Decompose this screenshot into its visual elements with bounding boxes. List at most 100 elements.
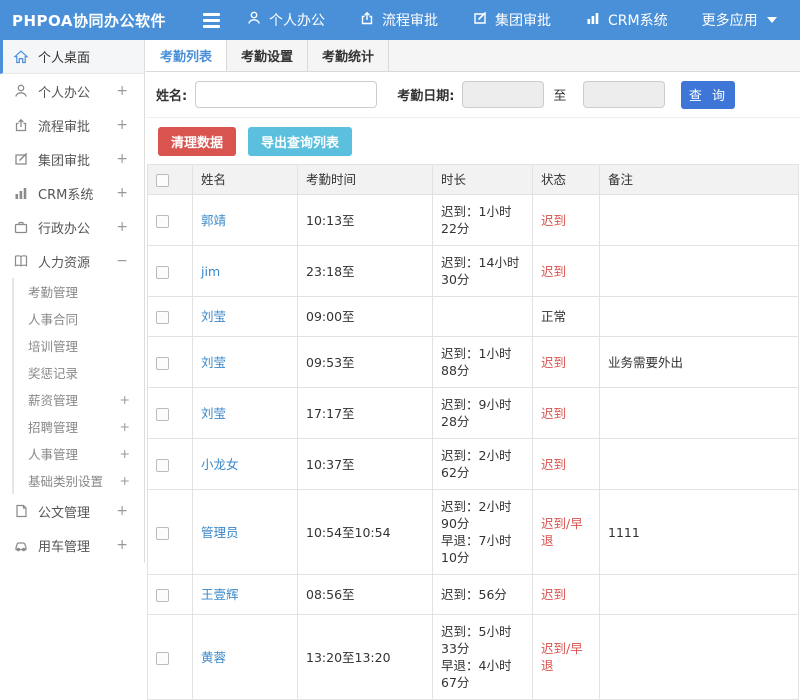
topnav-item-group-approval[interactable]: 集团审批	[472, 10, 551, 30]
sidebar-subitem-base-category-settings[interactable]: 基础类别设置 +	[14, 467, 144, 494]
duration-text: 迟到：5小时33分 早退：4小时67分	[432, 614, 533, 700]
date-from-input[interactable]	[462, 81, 545, 108]
topnav-item-more-apps[interactable]: 更多应用	[702, 10, 777, 30]
expand-plus-icon[interactable]: +	[120, 473, 130, 488]
duration-text: 迟到：14小时30分	[432, 245, 533, 297]
sidebar-item-workflow-approval[interactable]: 流程审批 +	[0, 108, 144, 142]
expand-plus-icon[interactable]: +	[116, 151, 134, 167]
employee-name-link[interactable]: 郭靖	[201, 213, 226, 228]
sidebar-item-document-management[interactable]: 公文管理 +	[0, 494, 144, 528]
note-text	[599, 574, 799, 615]
sidebar-item-human-resources[interactable]: 人力资源 −	[0, 244, 144, 278]
sidebar-subitem-attendance-management[interactable]: 考勤管理	[14, 278, 144, 305]
expand-plus-icon[interactable]: +	[116, 219, 134, 235]
sidebar-subitem-salary-management[interactable]: 薪资管理 +	[14, 386, 144, 413]
select-all-cell	[147, 164, 193, 195]
expand-plus-icon[interactable]: +	[116, 83, 134, 99]
duration-text: 迟到：1小时88分	[432, 336, 533, 388]
hamburger-menu-icon[interactable]	[203, 12, 220, 28]
export-list-button[interactable]: 导出查询列表	[248, 127, 353, 156]
header-status: 状态	[532, 164, 600, 195]
briefcase-icon	[13, 219, 29, 235]
employee-name-link[interactable]: 刘莹	[201, 406, 226, 421]
status-text: 正常	[532, 296, 600, 337]
sidebar-item-admin-office[interactable]: 行政办公 +	[0, 210, 144, 244]
header-attendance-time: 考勤时间	[297, 164, 433, 195]
row-checkbox[interactable]	[156, 265, 169, 279]
sidebar-item-personal-office[interactable]: 个人办公 +	[0, 74, 144, 108]
caret-down-icon	[766, 17, 777, 23]
sidebar-subitem-recruitment-management[interactable]: 招聘管理 +	[14, 413, 144, 440]
sidebar-item-group-approval[interactable]: 集团审批 +	[0, 142, 144, 176]
row-checkbox[interactable]	[156, 407, 169, 421]
header-note: 备注	[599, 164, 799, 195]
name-input[interactable]	[195, 81, 378, 108]
document-icon	[13, 503, 29, 519]
edit-icon	[472, 10, 488, 30]
expand-plus-icon[interactable]: +	[120, 419, 130, 434]
sidebar-item-crm[interactable]: CRM系统 +	[0, 176, 144, 210]
sidebar-subitem-hr-contract[interactable]: 人事合同	[14, 305, 144, 332]
clean-data-button[interactable]: 清理数据	[158, 127, 237, 156]
expand-plus-icon[interactable]: +	[120, 446, 130, 461]
row-checkbox[interactable]	[156, 356, 169, 370]
tab-attendance-statistics[interactable]: 考勤统计	[308, 40, 390, 71]
sidebar-item-personal-desktop[interactable]: 个人桌面	[0, 40, 144, 74]
table-row: 刘莹 09:00至 正常	[147, 296, 799, 337]
topbar: PHPOA协同办公软件 个人办公 流程审批 集团审批 CRM系统 更多应用	[0, 0, 800, 40]
attendance-time: 13:20至13:20	[297, 614, 433, 700]
employee-name-link[interactable]: 刘莹	[201, 355, 226, 370]
expand-plus-icon[interactable]: +	[116, 117, 134, 133]
expand-plus-icon[interactable]: +	[116, 503, 134, 519]
attendance-table: 姓名 考勤时间 时长 状态 备注 郭靖 10:13至 迟到：1小时22分 迟到 …	[147, 164, 799, 700]
note-text	[599, 194, 799, 246]
topnav-item-personal-office[interactable]: 个人办公	[246, 10, 325, 30]
date-to-label: 至	[553, 89, 567, 104]
row-checkbox[interactable]	[156, 651, 169, 665]
row-checkbox[interactable]	[156, 526, 169, 540]
employee-name-link[interactable]: 小龙女	[201, 457, 239, 472]
status-text: 迟到	[532, 574, 600, 615]
flow-icon	[13, 117, 29, 133]
row-checkbox[interactable]	[156, 214, 169, 228]
expand-plus-icon[interactable]: +	[120, 392, 130, 407]
sidebar-item-vehicle-management[interactable]: 用车管理 +	[0, 528, 144, 562]
employee-name-link[interactable]: 王壹辉	[201, 587, 239, 602]
note-text	[599, 245, 799, 297]
note-text: 业务需要外出	[599, 336, 799, 388]
sidebar-subitem-training-management[interactable]: 培训管理	[14, 332, 144, 359]
table-row: 郭靖 10:13至 迟到：1小时22分 迟到	[147, 194, 799, 246]
book-icon	[13, 253, 29, 269]
attendance-time: 08:56至	[297, 574, 433, 615]
query-button[interactable]: 查 询	[681, 80, 736, 109]
topnav-item-crm[interactable]: CRM系统	[585, 10, 668, 30]
select-all-checkbox[interactable]	[156, 174, 169, 187]
expand-plus-icon[interactable]: +	[116, 185, 134, 201]
sidebar: 个人桌面 个人办公 + 流程审批 + 集团审批 + CRM系统 + 行政办公 +…	[0, 40, 145, 563]
person-icon	[246, 10, 262, 30]
employee-name-link[interactable]: 黄蓉	[201, 650, 226, 665]
employee-name-link[interactable]: jim	[201, 264, 220, 279]
employee-name-link[interactable]: 刘莹	[201, 309, 226, 324]
row-checkbox[interactable]	[156, 589, 169, 602]
chart-icon	[585, 10, 601, 30]
status-text: 迟到	[532, 194, 600, 246]
tab-attendance-list[interactable]: 考勤列表	[146, 40, 228, 71]
date-to-input[interactable]	[583, 81, 666, 108]
attendance-time: 10:54至10:54	[297, 489, 433, 575]
row-checkbox[interactable]	[156, 458, 169, 472]
attendance-time: 10:37至	[297, 438, 433, 490]
sidebar-subitem-personnel-management[interactable]: 人事管理 +	[14, 440, 144, 467]
expand-plus-icon[interactable]: +	[116, 537, 134, 553]
collapse-minus-icon[interactable]: −	[116, 253, 134, 269]
attendance-time: 23:18至	[297, 245, 433, 297]
sidebar-subitem-reward-punishment[interactable]: 奖惩记录	[14, 359, 144, 386]
table-row: 刘莹 09:53至 迟到：1小时88分 迟到 业务需要外出	[147, 336, 799, 388]
note-text: 1111	[599, 489, 799, 575]
employee-name-link[interactable]: 管理员	[201, 525, 239, 540]
attendance-time: 10:13至	[297, 194, 433, 246]
row-checkbox[interactable]	[156, 311, 169, 324]
tab-attendance-settings[interactable]: 考勤设置	[227, 40, 309, 71]
topnav-item-workflow-approval[interactable]: 流程审批	[359, 10, 438, 30]
note-text	[599, 614, 799, 700]
